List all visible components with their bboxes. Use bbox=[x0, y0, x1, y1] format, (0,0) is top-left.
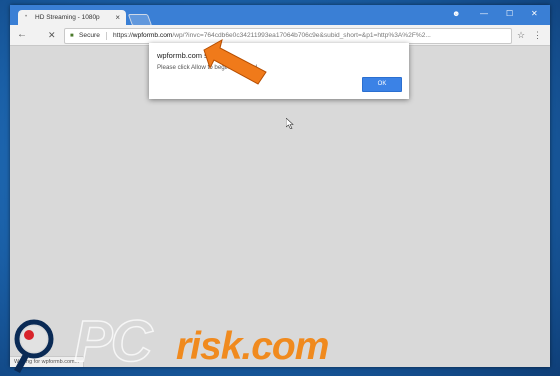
tab-title: HD Streaming - 1080p bbox=[35, 14, 100, 21]
maximize-button[interactable]: ☐ bbox=[506, 8, 513, 20]
url-text: https://wpformb.com/wp/?invc=764cdb6e0c3… bbox=[113, 29, 431, 43]
magnifier-logo-icon bbox=[14, 319, 54, 373]
close-window-button[interactable]: ✕ bbox=[531, 8, 538, 20]
secure-label: Secure bbox=[79, 32, 100, 39]
minimize-button[interactable]: — bbox=[480, 8, 488, 20]
watermark-risk-text: risk.com bbox=[176, 325, 329, 368]
back-button[interactable]: ← bbox=[17, 28, 27, 42]
arrow-annotation-icon bbox=[203, 39, 267, 85]
ok-button[interactable]: OK bbox=[362, 77, 402, 92]
url-scheme: https:// bbox=[113, 32, 133, 39]
browser-menu-icon[interactable]: ⋮ bbox=[533, 28, 542, 42]
watermark-pc-text: PC bbox=[73, 309, 153, 374]
bookmark-star-icon[interactable]: ☆ bbox=[517, 28, 525, 42]
address-bar[interactable]: ■ Secure https://wpformb.com/wp/?invc=76… bbox=[64, 28, 512, 44]
mouse-cursor-icon bbox=[286, 118, 294, 129]
title-bar: • HD Streaming - 1080p × ☻ — ☐ ✕ bbox=[10, 5, 550, 26]
alert-dialog: wpformb.com says Please click Allow to b… bbox=[149, 43, 409, 99]
stop-loading-button[interactable]: ✕ bbox=[48, 28, 56, 42]
tab-favicon-icon: • bbox=[25, 14, 28, 20]
lock-icon: ■ bbox=[70, 33, 74, 39]
tab-close-icon[interactable]: × bbox=[115, 10, 120, 25]
tab-active[interactable]: • HD Streaming - 1080p × bbox=[18, 10, 126, 25]
url-host: wpformb.com bbox=[132, 32, 173, 39]
account-icon[interactable]: ☻ bbox=[452, 8, 460, 20]
address-separator bbox=[106, 32, 107, 40]
